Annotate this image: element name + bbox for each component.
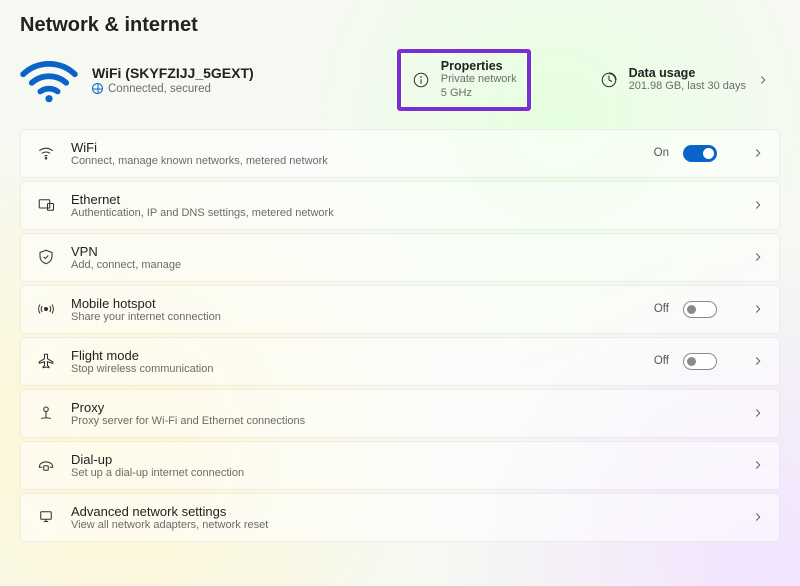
row-title: Advanced network settings <box>71 504 717 519</box>
flight-icon <box>35 351 57 371</box>
row-title: VPN <box>71 244 717 259</box>
row-title: WiFi <box>71 140 640 155</box>
properties-tile[interactable]: Properties Private network 5 GHz <box>397 49 531 111</box>
page-title: Network & internet <box>20 14 780 37</box>
settings-row-proxy[interactable]: ProxyProxy server for Wi-Fi and Ethernet… <box>20 389 780 438</box>
row-toggle[interactable] <box>683 353 717 370</box>
globe-icon <box>92 83 103 94</box>
row-subtitle: Stop wireless communication <box>71 363 640 375</box>
row-title: Flight mode <box>71 348 640 363</box>
row-subtitle: View all network adapters, network reset <box>71 519 717 531</box>
settings-row-dial-up[interactable]: Dial-upSet up a dial-up internet connect… <box>20 441 780 490</box>
hotspot-icon <box>35 299 57 319</box>
dialup-icon <box>35 455 57 475</box>
settings-row-vpn[interactable]: VPNAdd, connect, manage <box>20 233 780 282</box>
vpn-icon <box>35 247 57 267</box>
properties-line1: Private network <box>441 73 517 87</box>
chevron-right-icon <box>751 250 765 264</box>
settings-list: WiFiConnect, manage known networks, mete… <box>20 129 780 542</box>
settings-row-flight-mode[interactable]: Flight modeStop wireless communication Of… <box>20 337 780 386</box>
properties-line2: 5 GHz <box>441 87 517 101</box>
chevron-right-icon <box>751 198 765 212</box>
row-subtitle: Set up a dial-up internet connection <box>71 467 717 479</box>
settings-row-wifi[interactable]: WiFiConnect, manage known networks, mete… <box>20 129 780 178</box>
row-state: Off <box>654 355 669 367</box>
chevron-right-icon <box>751 302 765 316</box>
proxy-icon <box>35 403 57 423</box>
usage-line1: 201.98 GB, last 30 days <box>629 80 746 94</box>
wifi-signal-icon <box>20 57 78 103</box>
row-subtitle: Authentication, IP and DNS settings, met… <box>71 207 717 219</box>
connection-status: Connected, secured <box>108 83 211 95</box>
chevron-right-icon <box>756 73 770 87</box>
settings-row-ethernet[interactable]: EthernetAuthentication, IP and DNS setti… <box>20 181 780 230</box>
row-subtitle: Proxy server for Wi-Fi and Ethernet conn… <box>71 415 717 427</box>
row-subtitle: Add, connect, manage <box>71 259 717 271</box>
settings-row-mobile-hotspot[interactable]: Mobile hotspotShare your internet connec… <box>20 285 780 334</box>
row-toggle[interactable] <box>683 145 717 162</box>
row-title: Proxy <box>71 400 717 415</box>
chevron-right-icon <box>751 354 765 368</box>
connection-name: WiFi (SKYFZIJJ_5GEXT) <box>92 65 383 81</box>
row-title: Ethernet <box>71 192 717 207</box>
chevron-right-icon <box>751 458 765 472</box>
advanced-icon <box>35 507 57 527</box>
usage-icon <box>599 70 619 90</box>
settings-row-advanced-network-settings[interactable]: Advanced network settingsView all networ… <box>20 493 780 542</box>
row-state: On <box>654 147 669 159</box>
row-subtitle: Share your internet connection <box>71 311 640 323</box>
wifi-icon <box>35 143 57 163</box>
data-usage-tile[interactable]: Data usage 201.98 GB, last 30 days <box>589 60 780 100</box>
ethernet-icon <box>35 195 57 215</box>
row-state: Off <box>654 303 669 315</box>
row-toggle[interactable] <box>683 301 717 318</box>
chevron-right-icon <box>751 146 765 160</box>
connection-summary: WiFi (SKYFZIJJ_5GEXT) Connected, secured… <box>20 49 780 111</box>
row-title: Dial-up <box>71 452 717 467</box>
chevron-right-icon <box>751 406 765 420</box>
info-icon <box>411 70 431 90</box>
properties-title: Properties <box>441 59 517 73</box>
row-subtitle: Connect, manage known networks, metered … <box>71 155 640 167</box>
row-title: Mobile hotspot <box>71 296 640 311</box>
chevron-right-icon <box>751 510 765 524</box>
usage-title: Data usage <box>629 66 746 80</box>
